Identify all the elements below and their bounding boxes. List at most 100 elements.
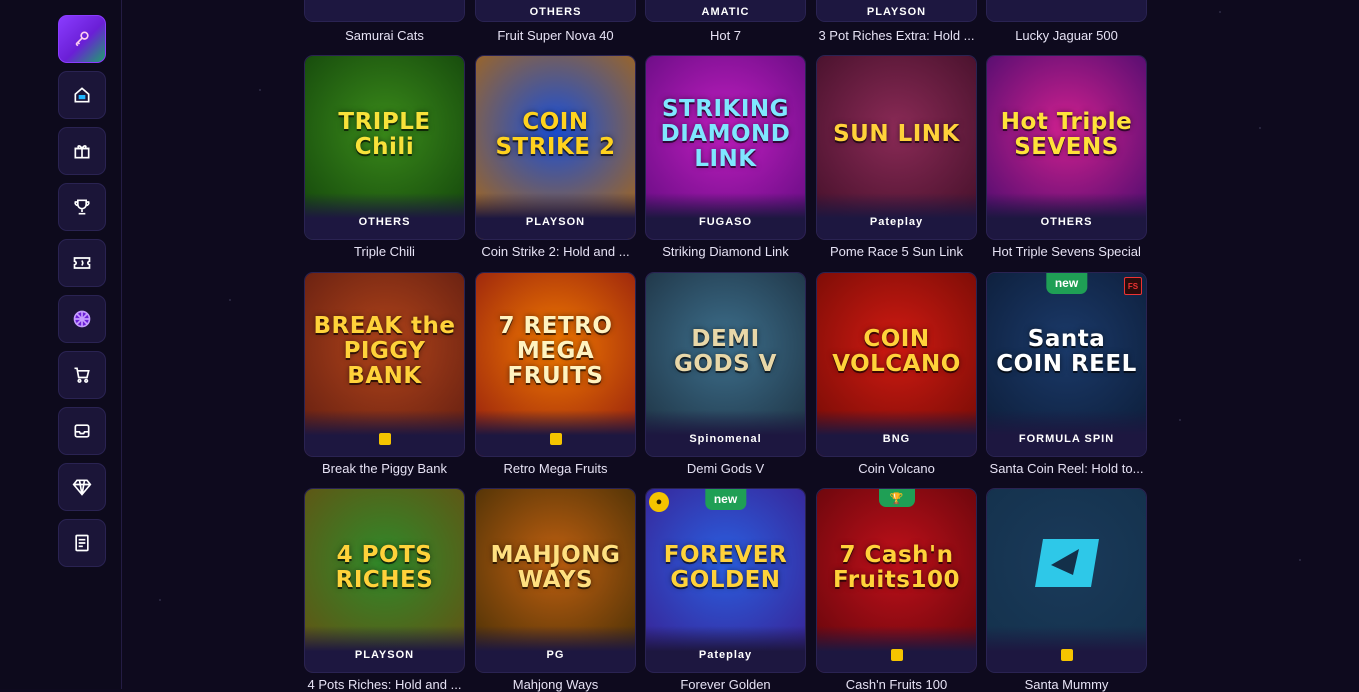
provider-label: Spinomenal — [689, 433, 762, 445]
game-logo-text: Hot Triple SEVENS — [1000, 108, 1133, 160]
game-logo-text: FOREVER GOLDEN — [663, 541, 788, 593]
game-card[interactable]: Hot Triple SEVENS OTHERS — [987, 56, 1146, 239]
provider-strip — [476, 410, 635, 456]
wheel-icon[interactable] — [58, 295, 106, 343]
game-card[interactable]: FOREVER GOLDEN new ● Pateplay — [646, 489, 805, 672]
coin-badge-icon: ● — [649, 492, 669, 512]
game-title[interactable]: Forever Golden — [646, 677, 805, 692]
game-title[interactable]: Samurai Cats — [305, 28, 464, 43]
home-icon[interactable] — [58, 71, 106, 119]
provider-label: AMATIC — [701, 6, 750, 18]
game-card[interactable]: OTHERS — [476, 0, 635, 21]
game-card[interactable]: SUN LINK Pateplay — [817, 56, 976, 239]
provider-label: PLAYSON — [354, 649, 415, 661]
game-card[interactable]: AMATIC — [646, 0, 805, 21]
provider-strip: BNG — [817, 410, 976, 456]
provider-strip: PG — [476, 626, 635, 672]
new-badge: new — [1045, 273, 1088, 294]
game-card[interactable]: PLAYSON — [817, 0, 976, 21]
game-logo-text: BREAK the PIGGY BANK — [313, 313, 456, 389]
game-card[interactable]: 7 Cash'n Fruits100 🏆 — [817, 489, 976, 672]
provider-strip — [817, 626, 976, 672]
provider-label: FORMULA SPIN — [1018, 433, 1115, 445]
gift-icon[interactable] — [58, 127, 106, 175]
trophy-icon[interactable] — [58, 183, 106, 231]
provider-strip: OTHERS — [305, 193, 464, 239]
provider-logo-icon — [549, 433, 562, 445]
new-badge: new — [704, 489, 747, 510]
game-card[interactable] — [987, 489, 1146, 672]
provider-label: FUGASO — [698, 216, 753, 228]
game-title[interactable]: Break the Piggy Bank — [305, 461, 464, 476]
game-card[interactable]: Santa COIN REEL new FS FORMULA SPIN — [987, 273, 1146, 456]
game-title[interactable]: 3 Pot Riches Extra: Hold ... — [817, 28, 976, 43]
provider-corner-badge: FS — [1124, 277, 1142, 295]
diamond-icon[interactable] — [58, 463, 106, 511]
game-title[interactable]: Coin Strike 2: Hold and ... — [476, 244, 635, 259]
provider-label: OTHERS — [529, 6, 582, 18]
provider-strip: PLAYSON — [305, 626, 464, 672]
game-card[interactable]: TRIPLE Chili OTHERS — [305, 56, 464, 239]
game-card[interactable]: 7 RETRO MEGA FRUITS — [476, 273, 635, 456]
provider-label: OTHERS — [1040, 216, 1093, 228]
document-icon[interactable] — [58, 519, 106, 567]
provider-label: Pateplay — [869, 216, 924, 228]
provider-label: BNG — [882, 433, 911, 445]
game-card[interactable]: 4 POTS RICHES PLAYSON — [305, 489, 464, 672]
provider-logo-icon — [890, 649, 903, 661]
game-title[interactable]: Santa Mummy — [987, 677, 1146, 692]
provider-strip: FUGASO — [646, 193, 805, 239]
game-card[interactable] — [305, 0, 464, 21]
game-card[interactable]: COIN VOLCANO BNG — [817, 273, 976, 456]
game-title[interactable]: Retro Mega Fruits — [476, 461, 635, 476]
key-icon[interactable] — [58, 15, 106, 63]
provider-logo-icon — [1060, 649, 1073, 661]
game-title[interactable]: Fruit Super Nova 40 — [476, 28, 635, 43]
game-card[interactable]: COIN STRIKE 2 PLAYSON — [476, 56, 635, 239]
cart-icon[interactable] — [58, 351, 106, 399]
game-title[interactable]: Hot Triple Sevens Special — [987, 244, 1146, 259]
provider-label: OTHERS — [358, 216, 411, 228]
provider-logo-icon — [378, 433, 391, 445]
provider-strip: Pateplay — [646, 626, 805, 672]
game-card[interactable]: MAHJONG WAYS PG — [476, 489, 635, 672]
provider-label — [549, 433, 562, 445]
game-card[interactable]: BREAK the PIGGY BANK — [305, 273, 464, 456]
provider-label — [1060, 649, 1073, 661]
trophy-badge-icon: 🏆 — [878, 489, 915, 507]
game-title[interactable]: Pome Race 5 Sun Link — [817, 244, 976, 259]
provider-strip: FORMULA SPIN — [987, 410, 1146, 456]
provider-strip: Spinomenal — [646, 410, 805, 456]
provider-strip — [987, 626, 1146, 672]
game-title[interactable]: Santa Coin Reel: Hold to... — [987, 461, 1146, 476]
provider-label: Pateplay — [698, 649, 753, 661]
game-title[interactable]: Coin Volcano — [817, 461, 976, 476]
game-logo-text: TRIPLE Chili — [338, 108, 431, 160]
game-logo-text: 4 POTS RICHES — [335, 541, 434, 593]
game-title[interactable]: Hot 7 — [646, 28, 805, 43]
game-logo-text: COIN VOLCANO — [832, 325, 961, 377]
game-title[interactable]: Triple Chili — [305, 244, 464, 259]
provider-strip — [305, 410, 464, 456]
game-title[interactable]: Lucky Jaguar 500 — [987, 28, 1146, 43]
game-logo-text: STRIKING DIAMOND LINK — [660, 96, 791, 172]
game-logo-text: 7 Cash'n Fruits100 — [832, 541, 961, 593]
provider-strip: Pateplay — [817, 193, 976, 239]
game-card[interactable]: DEMI GODS V Spinomenal — [646, 273, 805, 456]
game-logo-text: DEMI GODS V — [674, 325, 777, 377]
game-title[interactable]: Cash'n Fruits 100 — [817, 677, 976, 692]
provider-label: PLAYSON — [866, 6, 927, 18]
game-card[interactable]: STRIKING DIAMOND LINK FUGASO — [646, 56, 805, 239]
provider-strip: PLAYSON — [476, 193, 635, 239]
game-title[interactable]: Mahjong Ways — [476, 677, 635, 692]
game-logo-text: 7 RETRO MEGA FRUITS — [498, 313, 613, 389]
inbox-icon[interactable] — [58, 407, 106, 455]
provider-label: PLAYSON — [525, 216, 586, 228]
game-title[interactable]: Striking Diamond Link — [646, 244, 805, 259]
ticket-icon[interactable] — [58, 239, 106, 287]
game-title[interactable]: Demi Gods V — [646, 461, 805, 476]
provider-label — [378, 433, 391, 445]
game-placeholder-icon — [1034, 538, 1099, 587]
game-card[interactable] — [987, 0, 1146, 21]
game-title[interactable]: 4 Pots Riches: Hold and ... — [305, 677, 464, 692]
